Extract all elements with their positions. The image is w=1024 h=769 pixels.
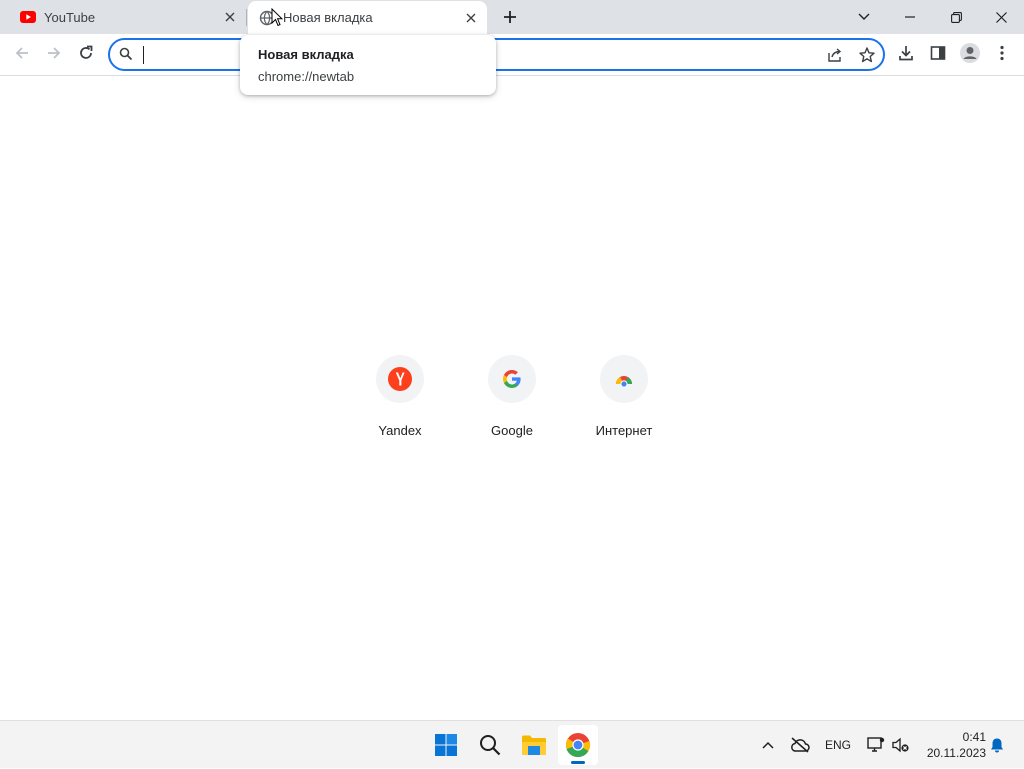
start-button[interactable] <box>426 725 466 765</box>
tab-newtab[interactable]: Новая вкладка <box>248 1 487 34</box>
cloud-offline-icon <box>791 737 810 753</box>
tab-youtube[interactable]: YouTube <box>8 0 246 34</box>
tab-strip: YouTube Новая вкладка <box>0 0 1024 34</box>
share-icon[interactable] <box>826 46 844 69</box>
tab-search-button[interactable] <box>841 0 887 34</box>
shortcut-tile <box>488 355 536 403</box>
tab-title: YouTube <box>44 9 96 25</box>
minimize-icon <box>905 16 915 18</box>
address-bar[interactable] <box>108 38 885 71</box>
forward-arrow-icon <box>48 47 61 59</box>
tab-separator <box>246 9 247 26</box>
bookmark-star-icon[interactable] <box>858 46 876 69</box>
close-tab-icon[interactable] <box>222 9 238 25</box>
google-icon <box>503 370 521 388</box>
close-window-button[interactable] <box>978 0 1024 34</box>
volume-muted-icon <box>892 737 909 753</box>
chrome-icon <box>566 733 591 758</box>
search-icon <box>119 47 135 63</box>
shortcut-internet[interactable]: Интернет <box>568 352 680 444</box>
network-icon <box>867 737 885 752</box>
plus-icon <box>504 11 516 23</box>
chrome-taskbar-button[interactable] <box>558 725 598 765</box>
new-tab-button[interactable] <box>498 5 522 29</box>
volume-tray-button[interactable] <box>890 721 912 769</box>
close-tab-icon[interactable] <box>463 10 479 26</box>
clock-time: 0:41 <box>962 730 986 744</box>
taskbar: ENG 0:41 20.11.2023 <box>0 720 1024 768</box>
back-button[interactable] <box>8 39 36 67</box>
clock[interactable]: 0:41 20.11.2023 <box>916 729 986 761</box>
more-vert-icon <box>1000 45 1004 61</box>
toolbar <box>0 34 1024 76</box>
taskbar-search-button[interactable] <box>470 725 510 765</box>
download-button[interactable] <box>892 39 920 67</box>
chevron-up-icon <box>762 741 774 749</box>
show-hidden-icons-button[interactable] <box>756 721 780 769</box>
shortcut-yandex[interactable]: Yandex <box>344 352 456 444</box>
side-panel-button[interactable] <box>924 39 952 67</box>
shortcut-tile <box>600 355 648 403</box>
youtube-icon <box>20 9 36 25</box>
language-indicator[interactable]: ENG <box>820 721 856 769</box>
chrome-icon <box>616 376 632 388</box>
reload-button[interactable] <box>72 39 100 67</box>
text-caret <box>143 46 144 64</box>
hover-card-title: Новая вкладка <box>258 47 354 62</box>
notifications-button[interactable] <box>986 721 1008 769</box>
shortcut-google[interactable]: Google <box>456 352 568 444</box>
back-arrow-icon <box>15 47 28 59</box>
onedrive-tray-button[interactable] <box>786 721 814 769</box>
bell-icon <box>991 738 1003 753</box>
download-icon <box>899 46 913 61</box>
shortcut-tile <box>376 355 424 403</box>
hover-card-url: chrome://newtab <box>258 69 355 84</box>
minimize-button[interactable] <box>887 0 933 34</box>
profile-button[interactable] <box>956 39 984 67</box>
forward-button[interactable] <box>40 39 68 67</box>
shortcut-label: Интернет <box>595 423 653 438</box>
clock-date: 20.11.2023 <box>926 746 986 760</box>
windows-start-icon <box>435 734 457 756</box>
network-tray-button[interactable] <box>864 721 888 769</box>
profile-avatar-icon <box>960 43 980 63</box>
tab-hover-card: Новая вкладка chrome://newtab <box>240 35 496 95</box>
mouse-cursor-icon <box>271 8 283 27</box>
file-explorer-button[interactable] <box>514 725 554 765</box>
restore-icon <box>950 11 962 23</box>
restore-button[interactable] <box>933 0 979 34</box>
reload-icon <box>80 45 93 59</box>
close-icon <box>995 11 1007 23</box>
search-icon <box>480 735 501 756</box>
shortcut-label: Yandex <box>378 423 422 438</box>
shortcut-label: Google <box>491 423 533 438</box>
more-button[interactable] <box>988 39 1016 67</box>
yandex-icon <box>388 367 412 391</box>
file-explorer-icon <box>522 735 546 755</box>
side-panel-icon <box>930 46 946 60</box>
tab-title: Новая вкладка <box>283 10 373 25</box>
active-app-indicator <box>571 761 585 764</box>
chevron-down-icon <box>858 13 870 20</box>
